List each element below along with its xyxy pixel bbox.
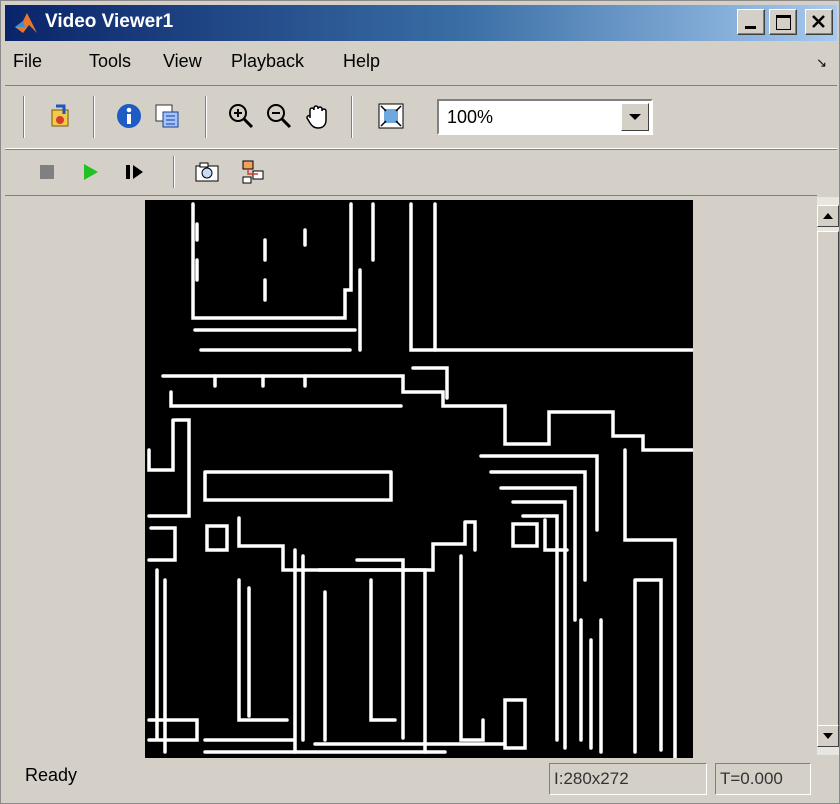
menu-bar: File Tools View Playback Help ↘ [5,43,837,79]
zoom-in-button[interactable] [225,100,257,132]
step-forward-icon [126,165,143,179]
maximize-icon [776,15,791,30]
image-size-field: I:280x272 [549,763,707,795]
zoom-level-value: 100% [447,107,494,127]
menu-file[interactable]: File [13,51,42,72]
scroll-up-button[interactable] [817,205,839,227]
time-field: T=0.000 [715,763,811,795]
zoom-dropdown-button[interactable] [621,103,649,131]
video-display-area[interactable] [5,195,817,758]
edge-detected-frame-image [147,202,693,758]
toolbar-separator [93,96,95,138]
status-text: Ready [25,765,78,785]
menu-help[interactable]: Help [343,51,380,72]
fit-to-view-button[interactable] [375,100,407,132]
pixel-region-button[interactable] [151,100,183,132]
menu-tools[interactable]: Tools [89,51,131,72]
scroll-down-button[interactable] [817,725,839,747]
minimize-icon [745,26,756,29]
info-icon [117,104,141,128]
status-bar: Ready I:280x272 T=0.000 [5,757,837,801]
toolbar-separator [173,156,175,188]
toolbar-separator [23,96,25,138]
zoom-out-button[interactable] [263,100,295,132]
title-bar[interactable]: Video Viewer1 [5,5,837,41]
main-toolbar: 100% [5,85,837,149]
menu-dock-arrow-icon[interactable]: ↘ [816,55,827,71]
vertical-scrollbar[interactable] [817,197,839,755]
menu-view[interactable]: View [163,51,202,72]
highlight-simulink-block-button[interactable] [237,156,269,188]
play-icon [84,164,98,180]
minimize-button[interactable] [737,9,765,35]
open-source-button[interactable] [45,100,77,132]
matlab-logo-icon [15,13,37,33]
menu-playback[interactable]: Playback [231,51,304,72]
video-viewer-window: Video Viewer1 File Tools View Playback H… [0,0,840,804]
step-forward-button[interactable] [119,156,151,188]
stop-icon [40,165,54,179]
playback-toolbar [5,149,837,193]
close-icon [812,15,825,28]
close-button[interactable] [805,9,833,35]
stop-button[interactable] [31,156,63,188]
fit-to-view-icon [378,103,404,129]
snapshot-button[interactable] [191,156,223,188]
simulink-block-icon [242,160,264,184]
video-info-button[interactable] [113,100,145,132]
zoom-level-select[interactable]: 100% [437,99,653,135]
arrow-up-icon [823,213,833,219]
pixel-region-icon [155,104,179,128]
chevron-down-icon [629,114,641,120]
play-button[interactable] [75,156,107,188]
scrollbar-thumb[interactable] [817,231,839,739]
toolbar-separator [205,96,207,138]
pan-button[interactable] [301,100,333,132]
video-frame [145,200,693,758]
zoom-out-icon [267,104,292,129]
hand-pan-icon [306,105,327,129]
zoom-in-icon [229,104,254,129]
maximize-button[interactable] [769,9,797,35]
connect-to-simulink-icon [51,104,69,127]
camera-icon [195,162,219,182]
arrow-down-icon [823,733,833,739]
window-title: Video Viewer1 [45,11,174,32]
toolbar-separator [351,96,353,138]
